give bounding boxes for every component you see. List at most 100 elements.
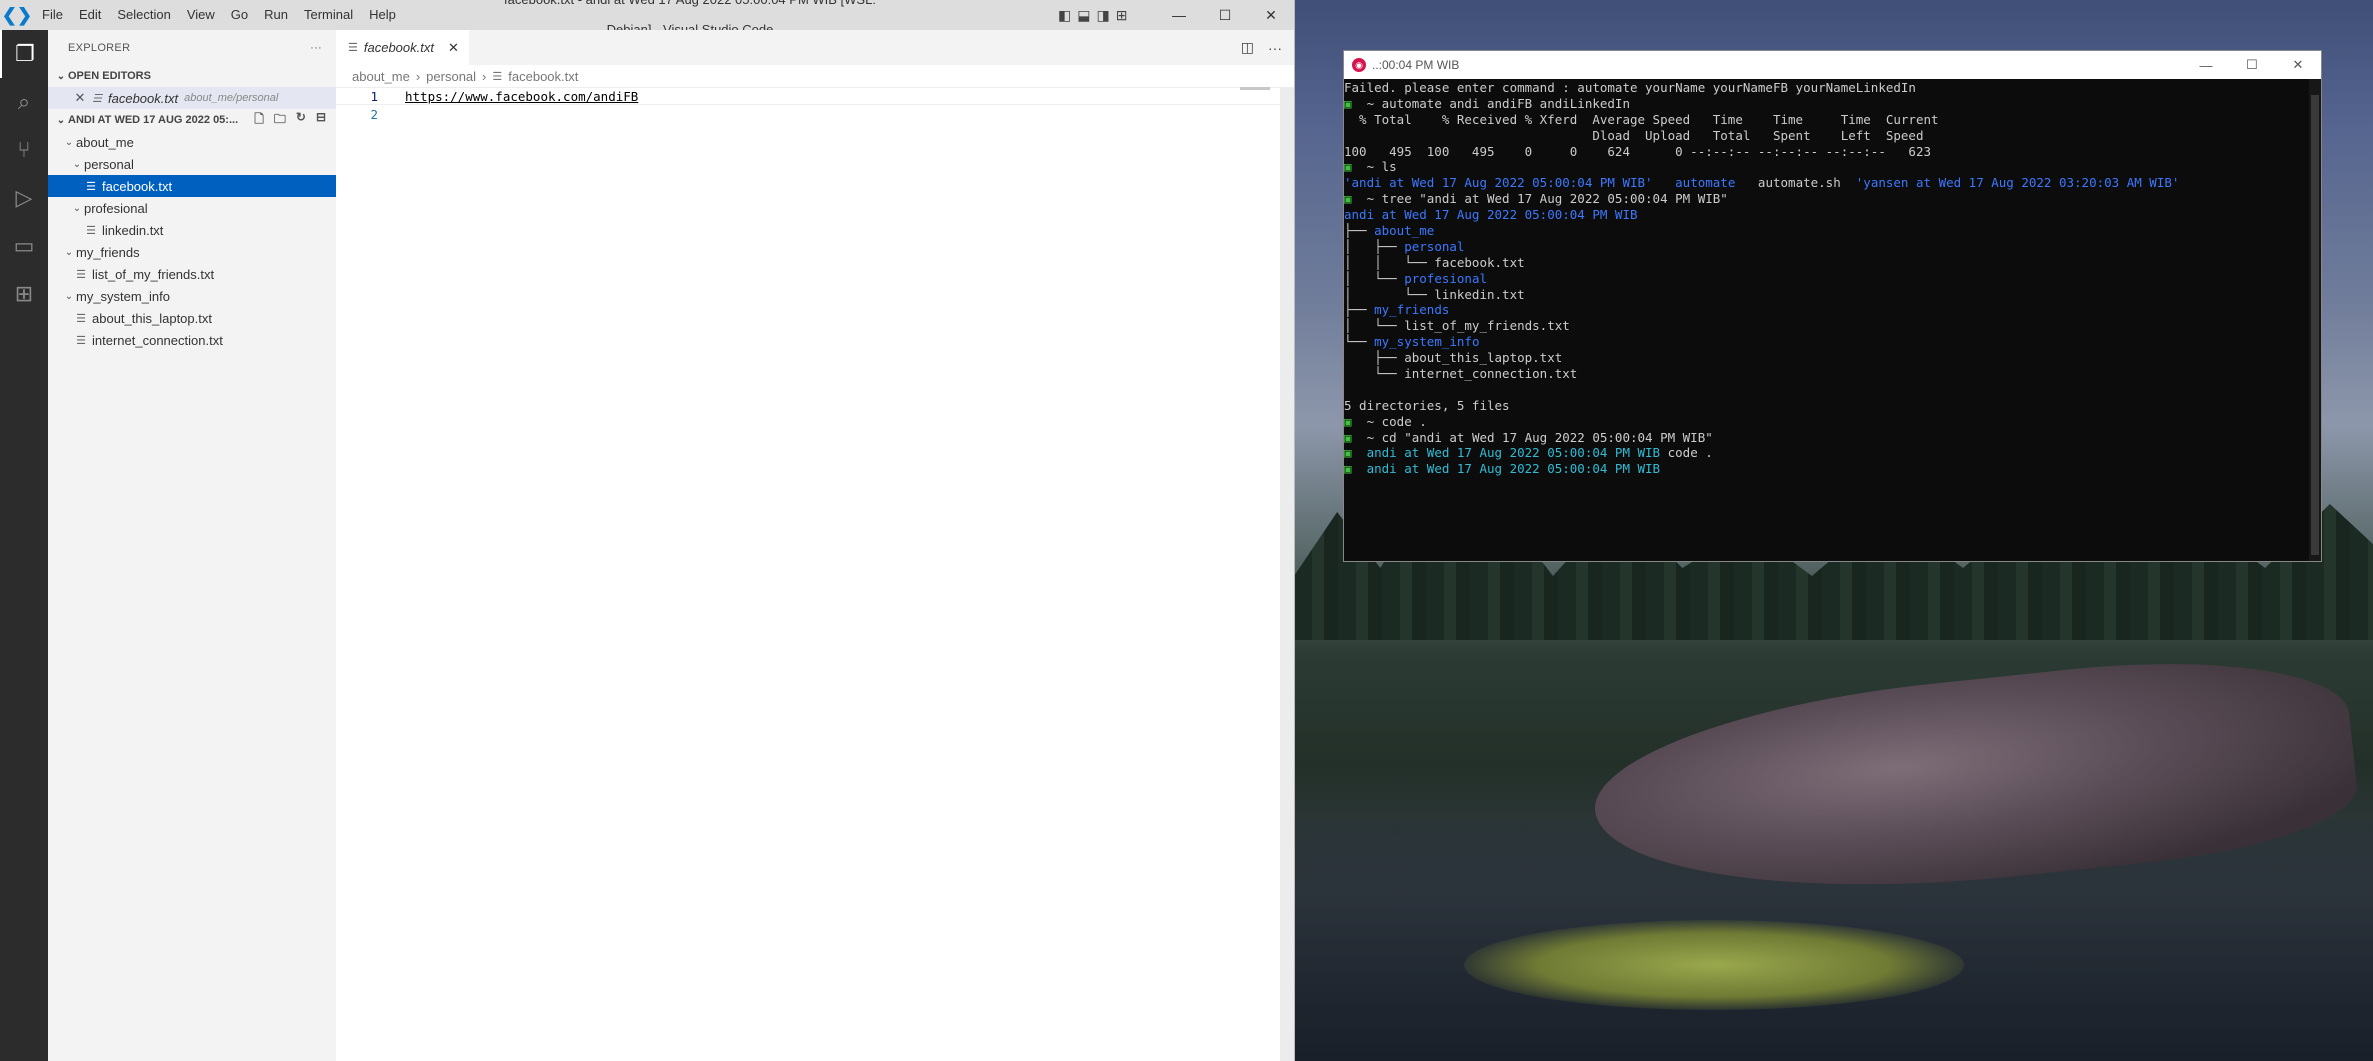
toggle-sidebar-icon[interactable]: ◧ [1058, 0, 1071, 30]
minimize-button[interactable]: — [1156, 0, 1202, 30]
minimap[interactable] [1240, 87, 1270, 90]
remote-explorer-icon[interactable]: ▭ [0, 222, 48, 270]
prompt-icon: ▣ [1344, 191, 1352, 207]
terminal-line: │ └── profesional [1344, 271, 2309, 287]
maximize-button[interactable]: ☐ [1202, 0, 1248, 30]
menu-terminal[interactable]: Terminal [296, 0, 361, 30]
terminal-line: ├── my_friends [1344, 302, 2309, 318]
search-icon[interactable]: ⌕ [0, 78, 48, 126]
editor-scrollbar[interactable] [1280, 87, 1294, 1061]
tree-item-label: about_me [76, 134, 134, 150]
prompt-icon: ▣ [1344, 413, 1352, 429]
tree-folder-about-me[interactable]: ⌄ about_me [48, 131, 336, 153]
menu-go[interactable]: Go [223, 0, 256, 30]
terminal-line: │ ├── personal [1344, 239, 2309, 255]
terminal-line: Failed. please enter command : automate … [1344, 80, 2309, 96]
close-button[interactable]: ✕ [1248, 0, 1294, 30]
chevron-right-icon: › [482, 68, 487, 84]
wallpaper-moss [1464, 920, 1964, 1010]
tree-item-label: profesional [84, 200, 148, 216]
terminal-text: andi at Wed 17 Aug 2022 05:00:04 PM WIB [1351, 445, 1661, 461]
menu-edit[interactable]: Edit [71, 0, 109, 30]
terminal-scrollbar[interactable] [2309, 79, 2321, 561]
terminal-line: 100 495 100 495 0 0 624 0 --:--:-- --:--… [1344, 144, 2309, 160]
menu-file[interactable]: File [34, 0, 71, 30]
explorer-icon[interactable]: ❐ [0, 30, 48, 78]
prompt-icon: ▣ [1344, 95, 1352, 111]
tree-file-facebook[interactable]: ☰ facebook.txt [48, 175, 336, 197]
line-number: 1 [370, 88, 378, 104]
terminal-output[interactable]: Failed. please enter command : automate … [1344, 79, 2309, 561]
tree-folder-my-friends[interactable]: ⌄ my_friends [48, 241, 336, 263]
terminal-text: 5 directories, 5 files [1344, 397, 1510, 413]
workspace-folder-section[interactable]: ⌄ ANDI AT WED 17 AUG 2022 05:... 🗋 🗀 ↻ ⊟ [48, 109, 336, 131]
terminal-window: ◉ ..:00:04 PM WIB — ☐ ✕ Failed. please e… [1343, 50, 2322, 562]
terminal-line: Dload Upload Total Spent Left Speed [1344, 128, 2309, 144]
terminal-maximize-button[interactable]: ☐ [2229, 51, 2275, 79]
terminal-close-button[interactable]: ✕ [2275, 51, 2321, 79]
menu-run[interactable]: Run [256, 0, 296, 30]
breadcrumb: about_me › personal › ☰ facebook.txt [336, 65, 1294, 87]
menu-view[interactable]: View [179, 0, 223, 30]
vscode-window: ❮❯ File Edit Selection View Go Run Termi… [0, 0, 1295, 1061]
text-file-icon: ☰ [348, 42, 358, 54]
terminal-text: 'andi at Wed 17 Aug 2022 05:00:04 PM WIB… [1344, 175, 1653, 191]
terminal-minimize-button[interactable]: — [2183, 51, 2229, 79]
editor-tab-facebook[interactable]: ☰ facebook.txt ✕ [336, 30, 469, 65]
terminal-text: ~ tree "andi at Wed 17 Aug 2022 05:00:04… [1351, 191, 1728, 207]
text-file-icon: ☰ [76, 268, 86, 281]
terminal-line: ├── about_me [1344, 223, 2309, 239]
new-folder-icon[interactable]: 🗀 [274, 110, 286, 131]
tree-folder-profesional[interactable]: ⌄ profesional [48, 197, 336, 219]
terminal-text: │ │ └── facebook.txt [1344, 254, 1525, 270]
extensions-icon[interactable]: ⊞ [0, 270, 48, 318]
close-editor-icon[interactable]: ✕ [70, 90, 90, 106]
line-number: 2 [370, 106, 378, 122]
tree-file-internet-connection[interactable]: ☰ internet_connection.txt [48, 329, 336, 351]
breadcrumb-item[interactable]: facebook.txt [508, 69, 578, 84]
line-text[interactable]: https://www.facebook.com/andiFB [405, 89, 638, 104]
tree-file-about-this-laptop[interactable]: ☰ about_this_laptop.txt [48, 307, 336, 329]
tree-folder-personal[interactable]: ⌄ personal [48, 153, 336, 175]
chevron-right-icon: › [415, 68, 421, 84]
breadcrumb-item[interactable]: personal [426, 69, 476, 84]
terminal-line: └── internet_connection.txt [1344, 366, 2309, 382]
menu-selection[interactable]: Selection [109, 0, 178, 30]
more-actions-icon[interactable]: ··· [1268, 40, 1282, 56]
chevron-down-icon: ⌄ [64, 246, 74, 258]
toggle-panel-icon[interactable]: ⬓ [1077, 0, 1090, 30]
scrollbar-thumb[interactable] [2311, 95, 2319, 555]
terminal-line: 5 directories, 5 files [1344, 398, 2309, 414]
new-file-icon[interactable]: 🗋 [254, 110, 264, 131]
terminal-text: │ └── list_of_my_friends.txt [1344, 318, 1570, 334]
tree-folder-my-system-info[interactable]: ⌄ my_system_info [48, 285, 336, 307]
more-actions-icon[interactable]: ··· [310, 42, 322, 54]
split-editor-icon[interactable]: ◫ [1241, 39, 1254, 56]
tree-file-list-of-my-friends[interactable]: ☰ list_of_my_friends.txt [48, 263, 336, 285]
explorer-sidebar: EXPLORER ··· ⌄ OPEN EDITORS ✕ ☰ facebook… [48, 30, 336, 1061]
terminal-text: ~ ls [1351, 159, 1397, 175]
open-editor-item[interactable]: ✕ ☰ facebook.txt about_me/personal [48, 87, 336, 109]
terminal-text: personal [1404, 238, 1465, 254]
terminal-text: code . [1660, 445, 1713, 461]
tree-item-label: personal [84, 156, 134, 172]
tree-file-linkedin[interactable]: ☰ linkedin.txt [48, 219, 336, 241]
collapse-all-icon[interactable]: ⊟ [316, 110, 326, 131]
explorer-header: EXPLORER ··· [48, 30, 336, 65]
breadcrumb-item[interactable]: about_me [352, 69, 410, 84]
menu-help[interactable]: Help [361, 0, 404, 30]
open-editors-section[interactable]: ⌄ OPEN EDITORS [48, 65, 336, 87]
terminal-text: % Total % Received % Xferd Average Speed… [1344, 111, 1939, 127]
explorer-toolbar: 🗋 🗀 ↻ ⊟ [254, 110, 336, 131]
terminal-text: ~ cd "andi at Wed 17 Aug 2022 05:00:04 P… [1351, 429, 1713, 445]
customize-layout-icon[interactable]: ⊞ [1116, 0, 1128, 30]
source-control-icon[interactable]: ⑂ [0, 126, 48, 174]
terminal-text: automate.sh [1735, 175, 1856, 191]
terminal-text: ~ automate andi andiFB andiLinkedIn [1351, 95, 1630, 111]
run-debug-icon[interactable]: ▷ [0, 174, 48, 222]
code-editor[interactable]: 1 https://www.facebook.com/andiFB 2 [336, 87, 1294, 123]
refresh-icon[interactable]: ↻ [296, 110, 306, 131]
close-tab-icon[interactable]: ✕ [448, 40, 459, 56]
toggle-secondary-sidebar-icon[interactable]: ◨ [1096, 0, 1109, 30]
